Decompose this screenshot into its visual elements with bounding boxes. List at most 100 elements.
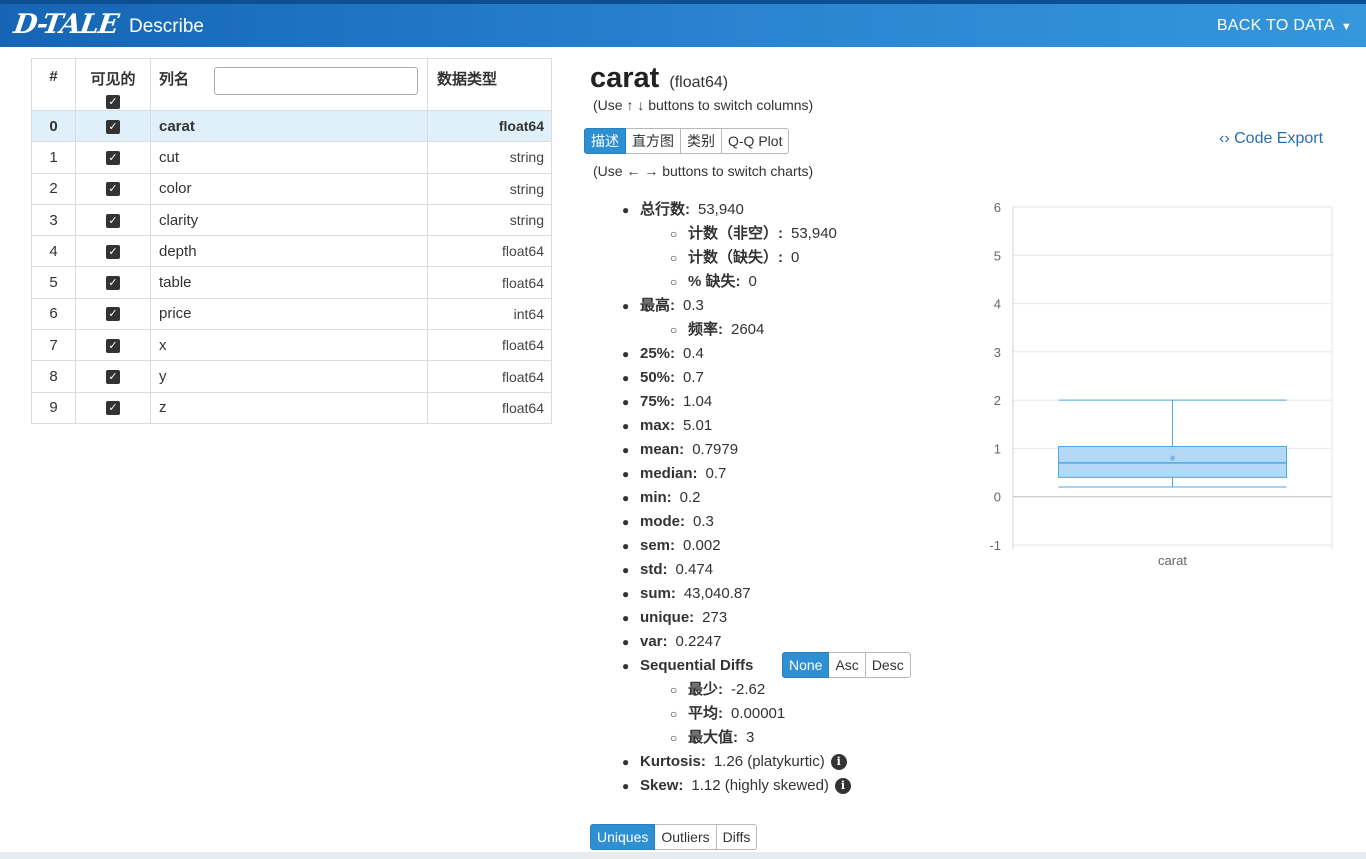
- tab-describe[interactable]: 描述: [584, 128, 626, 154]
- stat-unique: ● unique: 273: [622, 609, 728, 626]
- code-icon: ‹›: [1219, 130, 1230, 147]
- sort-desc-button[interactable]: Desc: [865, 652, 911, 678]
- stat-sequential-diffs: ● Sequential Diffs None Asc Desc: [622, 652, 911, 678]
- stat-mean: ● mean: 0.7979: [622, 441, 739, 458]
- tab-qq-plot[interactable]: Q-Q Plot: [722, 128, 790, 154]
- stat-label: 最少:: [688, 681, 723, 698]
- row-name: table: [150, 266, 428, 299]
- stat-value: 2604: [731, 321, 765, 338]
- visible-checkbox[interactable]: ✓: [106, 182, 120, 197]
- stat-value: 1.04: [683, 393, 713, 410]
- box-plot-svg: 6 5 4 3 2 1 0 -1 carat: [989, 200, 1333, 568]
- stat-seq-max: ○ 最大值: 3: [670, 729, 755, 746]
- tab-outliers[interactable]: Outliers: [655, 824, 717, 850]
- back-to-data-link[interactable]: BACK TO DATA ▼: [1217, 17, 1352, 35]
- stat-p75: ● 75%: 1.04: [622, 393, 713, 410]
- column-filter-input[interactable]: [214, 67, 418, 95]
- header-visible: 可见的 ✓: [75, 58, 151, 111]
- y-tick-label: 3: [994, 345, 1001, 360]
- visible-checkbox[interactable]: ✓: [106, 276, 120, 291]
- stat-max: ● max: 5.01: [622, 417, 713, 434]
- y-tick-label: 2: [994, 393, 1001, 408]
- columns-table: # 可见的 ✓ 列名 数据类型 0 ✓ carat float64 1 ✓ cu…: [31, 58, 552, 424]
- y-tick-label: 5: [994, 248, 1001, 263]
- stat-median: ● median: 0.7: [622, 465, 727, 482]
- stat-label: mode:: [640, 513, 685, 530]
- header-dtype: 数据类型: [427, 58, 552, 111]
- row-index: 2: [31, 172, 76, 205]
- row-name: y: [150, 360, 428, 393]
- stat-label: 计数（缺失）:: [688, 249, 783, 266]
- visible-checkbox[interactable]: ✓: [106, 119, 120, 134]
- table-row[interactable]: 3 ✓ clarity string: [31, 203, 552, 237]
- stat-p25: ● 25%: 0.4: [622, 345, 704, 362]
- chart-tabs: 描述 直方图 类别 Q-Q Plot: [584, 128, 790, 154]
- y-tick-label: 4: [994, 297, 1001, 312]
- stat-value: 0.4: [683, 345, 704, 362]
- stat-kurtosis: ● Kurtosis: 1.26 (platykurtic) i: [622, 750, 851, 774]
- stat-value: 43,040.87: [683, 585, 751, 602]
- select-all-checkbox[interactable]: ✓: [106, 95, 120, 109]
- row-dtype: float64: [427, 266, 552, 299]
- row-name: color: [150, 172, 428, 205]
- stat-value: 0.2: [679, 489, 701, 506]
- row-index: 4: [31, 235, 76, 268]
- row-dtype: float64: [427, 329, 552, 362]
- stat-total: ● 总行数: 53,940: [622, 201, 744, 218]
- stat-freq: ○ 频率: 2604: [670, 321, 765, 338]
- row-visible: ✓: [75, 235, 151, 268]
- stat-value: 0.002: [683, 537, 721, 554]
- visible-checkbox[interactable]: ✓: [106, 370, 120, 385]
- sequential-diffs-sort: None Asc Desc: [782, 652, 911, 678]
- stat-count: ○ 计数（非空）: 53,940: [670, 225, 837, 242]
- visible-checkbox[interactable]: ✓: [106, 244, 120, 259]
- visible-checkbox[interactable]: ✓: [106, 307, 120, 322]
- sort-none-button[interactable]: None: [782, 652, 830, 678]
- tab-diffs[interactable]: Diffs: [716, 824, 758, 850]
- row-visible: ✓: [75, 329, 151, 362]
- stat-label: max:: [640, 417, 676, 434]
- stat-value: 53,940: [791, 225, 837, 242]
- table-row[interactable]: 0 ✓ carat float64: [31, 109, 552, 143]
- info-icon[interactable]: i: [834, 778, 851, 795]
- stat-std: ● std: 0.474: [622, 561, 714, 578]
- table-row[interactable]: 6 ✓ price int64: [31, 297, 552, 331]
- code-export-link[interactable]: ‹› Code Export: [1219, 130, 1323, 148]
- table-row[interactable]: 2 ✓ color string: [31, 172, 552, 205]
- tab-histogram[interactable]: 直方图: [626, 128, 681, 154]
- visible-checkbox[interactable]: ✓: [106, 150, 120, 165]
- dtale-logo[interactable]: D-TALE: [12, 9, 120, 40]
- column-title: carat (float64): [590, 62, 728, 95]
- table-row[interactable]: 4 ✓ depth float64: [31, 235, 552, 268]
- table-row[interactable]: 1 ✓ cut string: [31, 141, 552, 174]
- row-visible: ✓: [75, 203, 151, 237]
- table-row[interactable]: 9 ✓ z float64: [31, 391, 552, 424]
- bottom-scrollbar[interactable]: [0, 852, 1366, 859]
- table-row[interactable]: 7 ✓ x float64: [31, 329, 552, 362]
- stat-label: 频率:: [688, 321, 723, 338]
- visible-checkbox[interactable]: ✓: [106, 401, 120, 416]
- row-dtype: float64: [427, 235, 552, 268]
- code-export-label: Code Export: [1234, 130, 1324, 147]
- table-row[interactable]: 5 ✓ table float64: [31, 266, 552, 299]
- page-title: Describe: [129, 16, 204, 37]
- info-icon[interactable]: i: [830, 754, 847, 771]
- stat-label: mean:: [640, 441, 685, 458]
- tab-categories[interactable]: 类别: [681, 128, 722, 154]
- stat-label: min:: [640, 489, 672, 506]
- columns-table-header: # 可见的 ✓ 列名 数据类型: [31, 58, 552, 111]
- row-visible: ✓: [75, 360, 151, 393]
- tab-uniques[interactable]: Uniques: [590, 824, 656, 850]
- detail-tabs: Uniques Outliers Diffs: [590, 824, 758, 850]
- table-row[interactable]: 8 ✓ y float64: [31, 360, 552, 393]
- visible-checkbox[interactable]: ✓: [106, 338, 120, 353]
- stat-value: 0.2247: [675, 633, 722, 650]
- sort-asc-button[interactable]: Asc: [829, 652, 866, 678]
- x-tick-label: carat: [1158, 553, 1187, 568]
- stat-value: -2.62: [731, 681, 766, 698]
- stat-label: 最高:: [640, 297, 675, 314]
- stat-label: 总行数:: [640, 201, 690, 218]
- row-dtype: float64: [427, 391, 552, 424]
- visible-checkbox[interactable]: ✓: [106, 213, 120, 228]
- row-index: 1: [31, 141, 76, 174]
